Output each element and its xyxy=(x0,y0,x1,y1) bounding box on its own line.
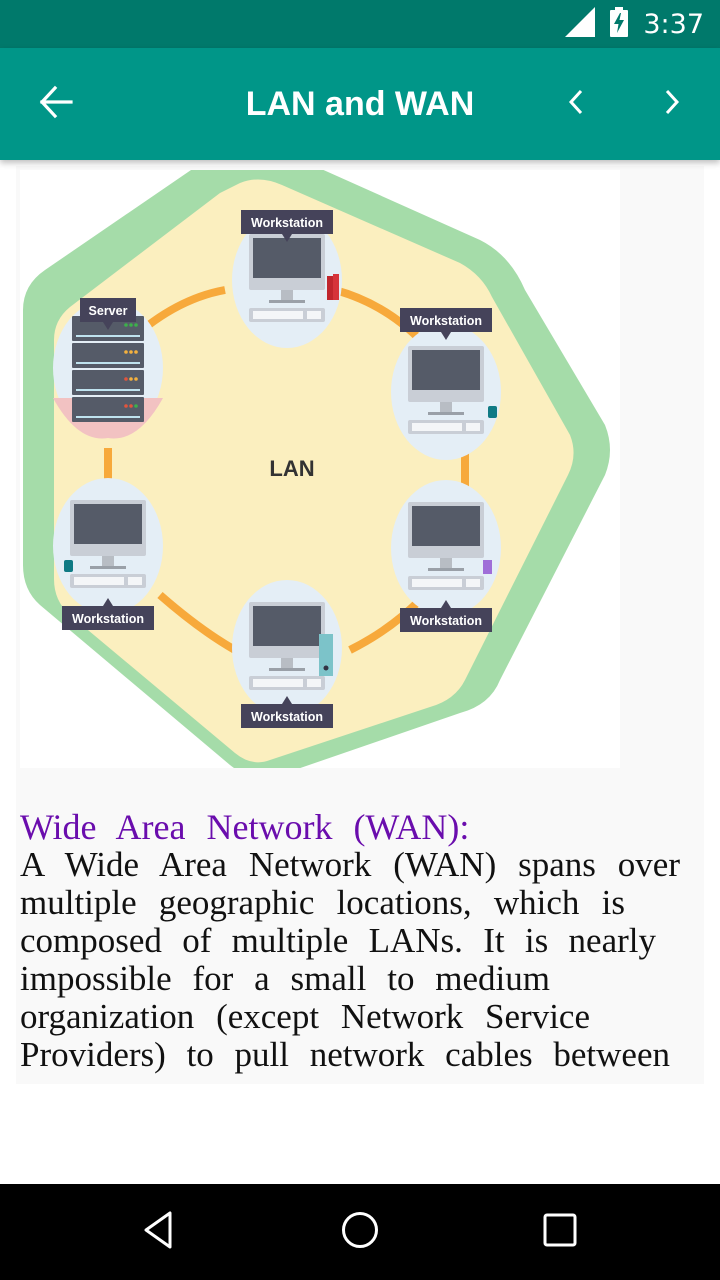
previous-button[interactable] xyxy=(548,76,604,132)
system-nav-bar xyxy=(0,1184,720,1280)
mug-icon xyxy=(64,560,73,572)
mug-icon xyxy=(488,406,497,418)
paragraph-line: organization (except Network Service xyxy=(20,997,590,1036)
article-paragraph: A Wide Area Network (WAN) spans over mul… xyxy=(20,846,680,1074)
status-time: 3:37 xyxy=(643,8,704,40)
back-button[interactable] xyxy=(28,76,84,132)
signal-icon xyxy=(565,6,596,42)
article-heading: Wide Area Network (WAN): xyxy=(20,807,470,847)
paragraph-line: A Wide Area Network (WAN) spans over xyxy=(20,845,680,884)
chevron-left-icon xyxy=(566,87,586,122)
node-label-text: Workstation xyxy=(410,314,482,328)
next-button[interactable] xyxy=(644,76,700,132)
node-label-text: Workstation xyxy=(251,216,323,230)
workstation-node: Workstation xyxy=(53,478,163,630)
paragraph-line: composed of multiple LANs. It is nearly xyxy=(20,921,656,960)
home-circle-icon xyxy=(340,1210,380,1255)
books-icon xyxy=(327,276,333,300)
pencil-cup-icon xyxy=(483,560,492,574)
server-unit xyxy=(72,343,144,368)
recents-square-icon xyxy=(540,1210,580,1255)
page-title: LAN and WAN xyxy=(245,85,475,123)
node-label-text: Workstation xyxy=(410,614,482,628)
nav-home-button[interactable] xyxy=(328,1200,392,1264)
arrow-left-icon xyxy=(38,84,74,125)
app-bar: LAN and WAN xyxy=(0,48,720,160)
article: Wide Area Network (WAN): A Wide Area Net… xyxy=(20,808,680,1074)
paragraph-line: impossible for a small to medium xyxy=(20,959,550,998)
node-label-text: Server xyxy=(89,304,128,318)
battery-charging-icon xyxy=(609,6,629,42)
paragraph-line: Providers) to pull network cables betwee… xyxy=(20,1035,670,1074)
lan-label: LAN xyxy=(269,456,314,481)
workstation-node: Workstation xyxy=(391,308,501,460)
nav-recents-button[interactable] xyxy=(528,1200,592,1264)
workstation-node: Workstation xyxy=(232,580,342,728)
status-icons: 3:37 xyxy=(565,0,704,48)
status-bar: 3:37 xyxy=(0,0,720,48)
node-label-text: Workstation xyxy=(72,612,144,626)
back-triangle-icon xyxy=(140,1210,180,1255)
server-unit xyxy=(72,370,144,395)
chevron-right-icon xyxy=(662,87,682,122)
nav-back-button[interactable] xyxy=(128,1200,192,1264)
workstation-node: Workstation xyxy=(391,480,501,632)
lan-diagram: LAN Server Workstation Workstation Workstat… xyxy=(20,146,620,779)
paragraph-line: multiple geographic locations, which is xyxy=(20,883,625,922)
server-unit xyxy=(72,397,144,422)
node-label-text: Workstation xyxy=(251,710,323,724)
workstation-node: Workstation xyxy=(232,210,342,348)
